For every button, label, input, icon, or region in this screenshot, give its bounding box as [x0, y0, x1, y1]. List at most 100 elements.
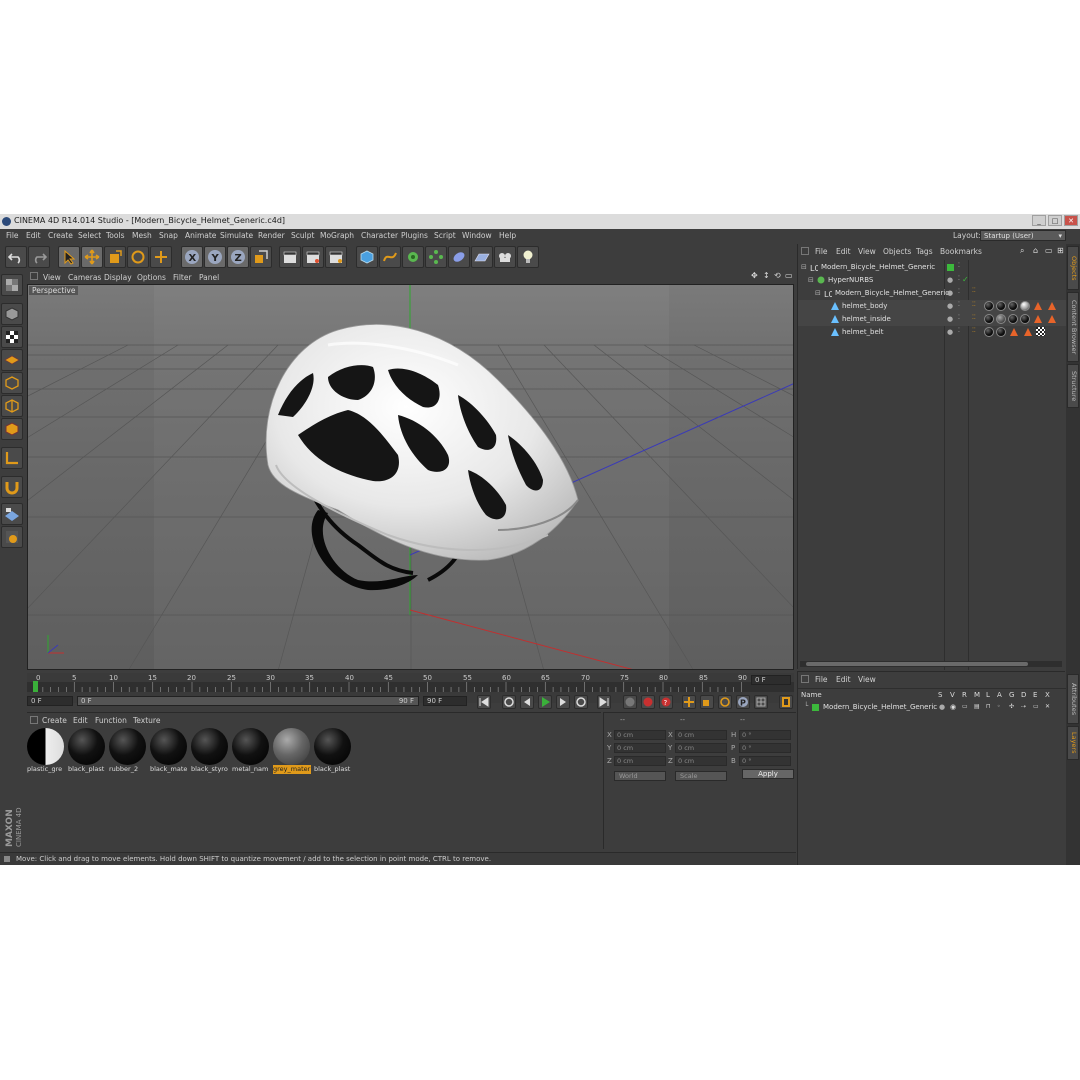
menu-mesh[interactable]: Mesh	[132, 231, 152, 240]
enabled-check-icon[interactable]: ✓	[962, 275, 969, 284]
record-active-button[interactable]	[623, 695, 637, 709]
size-mode-dropdown[interactable]: Scale	[675, 771, 727, 781]
play-button[interactable]	[538, 695, 552, 709]
material-tag[interactable]	[996, 301, 1006, 311]
material-swatch[interactable]: black_styro	[191, 728, 229, 776]
add-environment-button[interactable]	[471, 246, 493, 268]
tab-attributes[interactable]: Attributes	[1067, 674, 1079, 724]
collapse-icon[interactable]: ⊟	[815, 289, 821, 297]
go-to-next-key-button[interactable]	[574, 695, 588, 709]
menu-help[interactable]: Help	[499, 231, 516, 240]
material-menu-create[interactable]: Create	[42, 716, 67, 725]
y-axis-lock-button[interactable]: Y	[204, 246, 226, 268]
object-row[interactable]: helmet_body ● ⁚ ⁚⁚	[798, 300, 1066, 313]
animation-toggle-icon[interactable]: ◦	[997, 703, 1001, 710]
deformer-toggle-icon[interactable]: ⇢	[1021, 703, 1026, 710]
menu-edit[interactable]: Edit	[26, 231, 41, 240]
x-axis-lock-button[interactable]: X	[181, 246, 203, 268]
tab-layers[interactable]: Layers	[1067, 726, 1079, 760]
material-swatch-selected[interactable]: grey_mater	[273, 728, 311, 776]
search-icon[interactable]: ⌕	[1020, 246, 1024, 256]
material-tag[interactable]	[1008, 301, 1018, 311]
lock-icon[interactable]: ⊓	[986, 703, 991, 710]
visibility-dots-icon[interactable]: ⁚	[958, 301, 960, 308]
object-row[interactable]: ⊟ L0 Modern_Bicycle_Helmet_Generic ● ⁚ ⁚…	[798, 287, 1066, 300]
texture-mode-button[interactable]	[1, 326, 23, 348]
tab-structure[interactable]: Structure	[1067, 364, 1079, 408]
menu-mograph[interactable]: MoGraph	[320, 231, 354, 240]
selection-tag-icon[interactable]	[1024, 328, 1032, 336]
viewport-menu-panel[interactable]: Panel	[199, 273, 219, 282]
selection-tag-icon[interactable]	[1010, 328, 1018, 336]
maximize-button[interactable]: □	[1048, 215, 1062, 226]
selection-tag-icon[interactable]	[1034, 315, 1042, 323]
add-nurbs-button[interactable]	[402, 246, 424, 268]
viewport-menu-cameras[interactable]: Cameras	[68, 273, 101, 282]
viewport-menu-options[interactable]: Options	[137, 273, 166, 282]
live-selection-button[interactable]	[58, 246, 80, 268]
menu-create[interactable]: Create	[48, 231, 73, 240]
eye-icon[interactable]: ◉	[950, 703, 956, 711]
add-spline-button[interactable]	[379, 246, 401, 268]
axis-mode-button[interactable]	[1, 447, 23, 469]
menu-select[interactable]: Select	[78, 231, 101, 240]
menu-simulate[interactable]: Simulate	[220, 231, 253, 240]
generator-toggle-icon[interactable]: ✣	[1009, 703, 1014, 710]
coordinate-space-dropdown[interactable]: World	[614, 771, 666, 781]
autokeying-button[interactable]	[641, 695, 655, 709]
expression-toggle-icon[interactable]: ▭	[1033, 703, 1039, 710]
xref-toggle-icon[interactable]: ✕	[1045, 703, 1050, 710]
object-row[interactable]: ⊟ L0 Modern_Bicycle_Helmet_Generic ⁚	[798, 261, 1066, 274]
add-mograph-button[interactable]	[425, 246, 447, 268]
workplane-lock-button[interactable]	[1, 503, 23, 525]
coordinate-system-button[interactable]	[250, 246, 272, 268]
collapse-icon[interactable]: ⊟	[801, 263, 807, 271]
key-scale-button[interactable]	[700, 695, 714, 709]
recent-tool-button[interactable]	[150, 246, 172, 268]
viewport-menu-display[interactable]: Display	[104, 273, 132, 282]
visibility-dots-icon[interactable]: ⁚	[958, 314, 960, 321]
go-to-start-button[interactable]	[477, 695, 491, 709]
viewport-menu-view[interactable]: View	[43, 273, 61, 282]
key-position-button[interactable]	[682, 695, 696, 709]
menu-sculpt[interactable]: Sculpt	[291, 231, 314, 240]
solo-toggle-icon[interactable]: ●	[939, 703, 945, 711]
zoom-view-icon[interactable]: ↕	[763, 271, 770, 280]
object-menu-tags[interactable]: Tags	[916, 247, 933, 256]
tab-content-browser[interactable]: Content Browser	[1067, 292, 1079, 362]
menu-script[interactable]: Script	[434, 231, 456, 240]
scrollbar-thumb[interactable]	[806, 662, 1028, 666]
selection-tag-icon[interactable]	[1034, 302, 1042, 310]
scale-tool-button[interactable]	[104, 246, 126, 268]
perspective-viewport[interactable]: Perspective	[27, 284, 794, 670]
manager-toggle-icon[interactable]: ▤	[974, 703, 980, 710]
size-x-field[interactable]: 0 cm	[675, 730, 727, 740]
menu-plugins[interactable]: Plugins	[401, 231, 428, 240]
layer-menu-view[interactable]: View	[858, 675, 876, 684]
render-view-button[interactable]	[279, 246, 301, 268]
layer-color-swatch[interactable]	[812, 704, 819, 711]
texture-tag-icon[interactable]	[1036, 327, 1045, 336]
material-tag[interactable]	[984, 314, 994, 324]
pos-y-field[interactable]: 0 cm	[614, 743, 666, 753]
render-picture-viewer-button[interactable]	[302, 246, 324, 268]
key-rotation-button[interactable]	[718, 695, 732, 709]
toggle-view-icon[interactable]: ▭	[785, 271, 793, 280]
selection-tag-icon[interactable]	[1048, 315, 1056, 323]
visibility-dots-icon[interactable]: ⁚	[958, 288, 960, 295]
undo-button[interactable]	[5, 246, 27, 268]
z-axis-lock-button[interactable]: Z	[227, 246, 249, 268]
viewport-menu-filter[interactable]: Filter	[173, 273, 192, 282]
points-mode-button[interactable]	[1, 372, 23, 394]
edges-mode-button[interactable]	[1, 395, 23, 417]
home-icon[interactable]: ⌂	[1033, 246, 1038, 255]
material-tag[interactable]	[1020, 301, 1030, 311]
material-swatch[interactable]: rubber_2	[109, 728, 147, 776]
start-frame-field[interactable]: 0 F	[27, 696, 73, 706]
menu-file[interactable]: File	[6, 231, 19, 240]
key-pla-button[interactable]	[754, 695, 768, 709]
go-to-next-frame-button[interactable]	[556, 695, 570, 709]
material-menu-texture[interactable]: Texture	[133, 716, 160, 725]
rot-b-field[interactable]: 0 °	[739, 756, 791, 766]
workplane-mode-button[interactable]	[1, 349, 23, 371]
